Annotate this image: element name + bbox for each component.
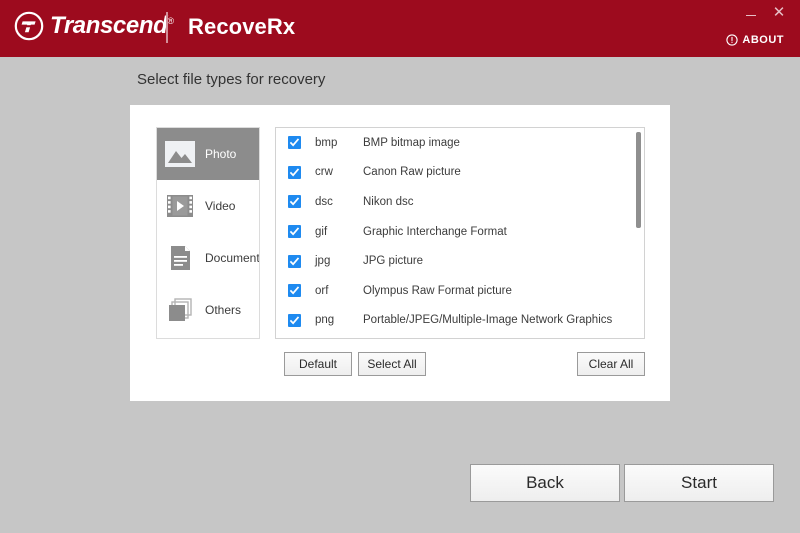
file-type-row[interactable]: png Portable/JPEG/Multiple-Image Network… <box>276 306 644 336</box>
file-type-checkbox[interactable] <box>288 195 301 208</box>
file-type-row[interactable]: gif Graphic Interchange Format <box>276 217 644 247</box>
file-type-checkbox[interactable] <box>288 136 301 149</box>
document-icon <box>163 241 197 275</box>
category-item-video[interactable]: Video <box>157 180 259 232</box>
registered-mark: ® <box>167 16 173 26</box>
photo-icon <box>163 137 197 171</box>
category-label: Others <box>205 303 241 317</box>
select-all-button[interactable]: Select All <box>358 352 426 376</box>
others-icon <box>163 293 197 327</box>
window-controls: ✕ <box>738 2 792 22</box>
file-type-row[interactable]: dsc Nikon dsc <box>276 187 644 217</box>
minimize-button[interactable] <box>738 2 764 22</box>
file-type-description: JPG picture <box>363 255 423 267</box>
start-button[interactable]: Start <box>624 464 774 502</box>
file-type-extension: orf <box>315 285 363 297</box>
category-sidebar: Photo Video <box>156 127 260 339</box>
file-type-extension: bmp <box>315 137 363 149</box>
category-label: Photo <box>205 147 236 161</box>
file-type-checkbox[interactable] <box>288 225 301 238</box>
file-type-description: BMP bitmap image <box>363 137 460 149</box>
file-type-description: Canon Raw picture <box>363 166 461 178</box>
category-item-document[interactable]: Document <box>157 232 259 284</box>
category-item-others[interactable]: Others <box>157 284 259 336</box>
file-type-row[interactable]: crw Canon Raw picture <box>276 158 644 188</box>
header-divider <box>166 12 168 43</box>
file-type-description: Graphic Interchange Format <box>363 226 507 238</box>
file-list-scrollbar[interactable] <box>635 130 642 336</box>
file-list-scrollbar-thumb[interactable] <box>636 132 641 228</box>
about-label: ABOUT <box>742 34 784 46</box>
title-bar: Transcend® RecoveRx ✕ ABOUT <box>0 0 800 57</box>
clear-all-button[interactable]: Clear All <box>577 352 645 376</box>
content-card: Photo Video <box>130 105 670 401</box>
file-type-checkbox[interactable] <box>288 284 301 297</box>
file-type-row[interactable]: orf Olympus Raw Format picture <box>276 276 644 306</box>
file-type-checkbox[interactable] <box>288 166 301 179</box>
file-type-checkbox[interactable] <box>288 314 301 327</box>
brand-name: Transcend® <box>50 12 174 40</box>
category-item-photo[interactable]: Photo <box>157 128 259 180</box>
file-type-extension: crw <box>315 166 363 178</box>
file-type-row[interactable]: jpg JPG picture <box>276 246 644 276</box>
file-type-row[interactable]: bmp BMP bitmap image <box>276 128 644 158</box>
file-type-description: Nikon dsc <box>363 196 414 208</box>
file-type-extension: png <box>315 314 363 326</box>
transcend-logo-icon <box>14 11 44 41</box>
about-link[interactable]: ABOUT <box>726 34 784 46</box>
category-label: Document <box>205 251 260 265</box>
close-button[interactable]: ✕ <box>766 2 792 22</box>
brand-logo: Transcend® <box>14 11 174 41</box>
minimize-icon <box>746 15 756 16</box>
back-button[interactable]: Back <box>470 464 620 502</box>
file-type-extension: gif <box>315 226 363 238</box>
category-label: Video <box>205 199 235 213</box>
page-title: Select file types for recovery <box>137 71 325 88</box>
file-type-extension: dsc <box>315 196 363 208</box>
file-type-scroll-area: bmp BMP bitmap image crw Canon Raw pictu… <box>276 128 644 338</box>
video-icon <box>163 189 197 223</box>
info-icon <box>726 34 738 46</box>
file-type-extension: jpg <box>315 255 363 267</box>
file-type-checkbox[interactable] <box>288 255 301 268</box>
app-title: RecoveRx <box>188 14 295 40</box>
file-type-list: bmp BMP bitmap image crw Canon Raw pictu… <box>275 127 645 339</box>
default-button[interactable]: Default <box>284 352 352 376</box>
file-type-description: Portable/JPEG/Multiple-Image Network Gra… <box>363 314 612 326</box>
file-type-description: Olympus Raw Format picture <box>363 285 512 297</box>
